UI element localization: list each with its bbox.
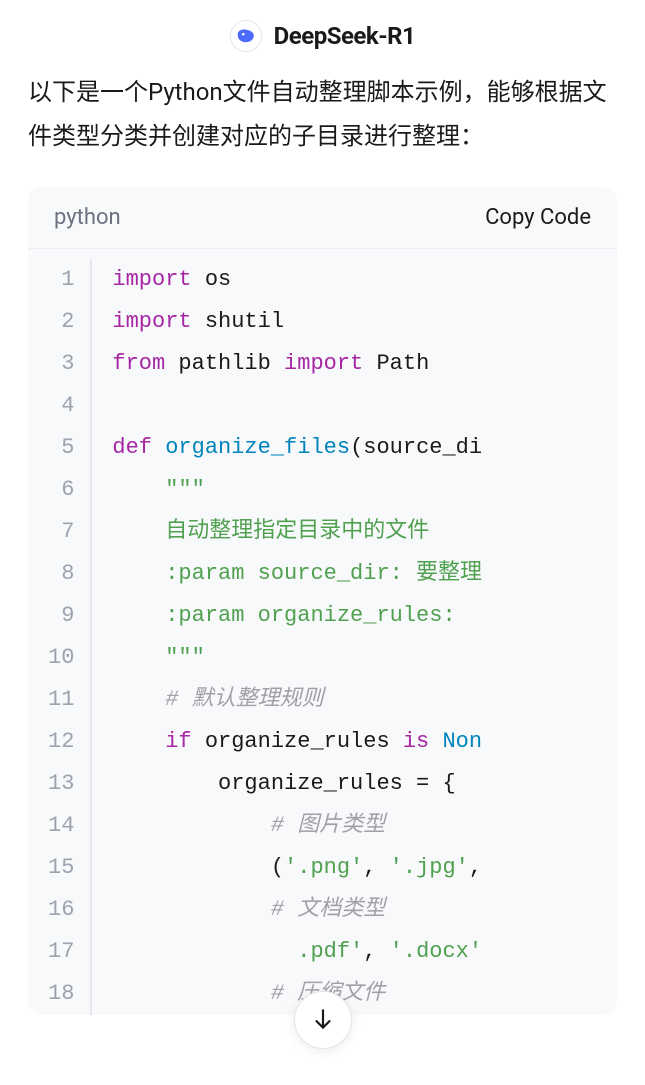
code-line: :param source_dir: 要整理: [112, 553, 617, 595]
code-line: if organize_rules is Non: [112, 721, 617, 763]
code-line: # 文档类型: [112, 889, 617, 931]
line-number: 18: [48, 973, 74, 1015]
copy-code-button[interactable]: Copy Code: [485, 205, 591, 230]
code-line: # 压缩文件: [112, 973, 617, 1015]
line-number: 6: [48, 469, 74, 511]
arrow-down-icon: [310, 1006, 336, 1035]
line-number: 11: [48, 679, 74, 721]
line-number: 15: [48, 847, 74, 889]
line-number: 4: [48, 385, 74, 427]
code-line: def organize_files(source_di: [112, 427, 617, 469]
line-number: 10: [48, 637, 74, 679]
line-number: 9: [48, 595, 74, 637]
line-number: 7: [48, 511, 74, 553]
code-gutter: [90, 259, 92, 1015]
code-line: .pdf', '.docx': [112, 931, 617, 973]
code-line: import shutil: [112, 301, 617, 343]
line-number: 2: [48, 301, 74, 343]
code-block: python Copy Code 12345678910111213141516…: [28, 187, 617, 1015]
code-line: [112, 385, 617, 427]
code-lang-label: python: [54, 205, 121, 230]
line-numbers: 123456789101112131415161718: [28, 259, 90, 1015]
line-number: 17: [48, 931, 74, 973]
line-number: 5: [48, 427, 74, 469]
code-line: organize_rules = {: [112, 763, 617, 805]
scroll-down-button[interactable]: [294, 991, 352, 1049]
line-number: 8: [48, 553, 74, 595]
code-line: 自动整理指定目录中的文件: [112, 511, 617, 553]
app-header: DeepSeek-R1: [0, 0, 645, 70]
line-number: 14: [48, 805, 74, 847]
deepseek-logo-icon: [230, 20, 262, 52]
code-line: import os: [112, 259, 617, 301]
code-line: # 图片类型: [112, 805, 617, 847]
line-number: 16: [48, 889, 74, 931]
line-number: 12: [48, 721, 74, 763]
message-content: 以下是一个Python文件自动整理脚本示例，能够根据文件类型分类并创建对应的子目…: [0, 70, 645, 1015]
line-number: 1: [48, 259, 74, 301]
code-line: """: [112, 469, 617, 511]
line-number: 13: [48, 763, 74, 805]
code-body: 123456789101112131415161718 import osimp…: [28, 249, 617, 1015]
code-line: :param organize_rules:: [112, 595, 617, 637]
code-line: """: [112, 637, 617, 679]
message-description: 以下是一个Python文件自动整理脚本示例，能够根据文件类型分类并创建对应的子目…: [28, 70, 617, 159]
code-line: # 默认整理规则: [112, 679, 617, 721]
code-line: ('.png', '.jpg',: [112, 847, 617, 889]
code-header: python Copy Code: [28, 187, 617, 249]
code-lines[interactable]: import osimport shutilfrom pathlib impor…: [112, 259, 617, 1015]
code-line: from pathlib import Path: [112, 343, 617, 385]
line-number: 3: [48, 343, 74, 385]
app-title: DeepSeek-R1: [274, 22, 416, 50]
